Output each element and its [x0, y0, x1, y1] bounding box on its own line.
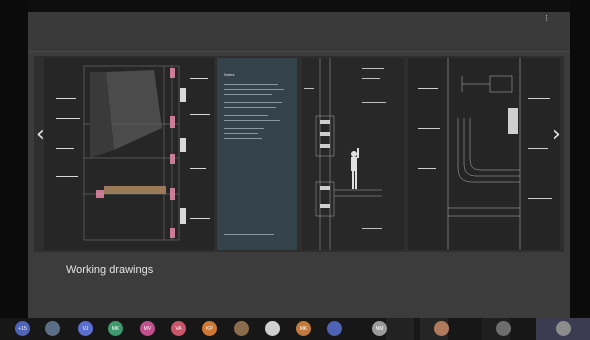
participant-avatar[interactable]: VA — [171, 321, 186, 336]
participant-photo[interactable] — [45, 321, 60, 336]
note-line — [224, 120, 280, 121]
participant-photo[interactable] — [234, 321, 249, 336]
participant-photo[interactable] — [434, 321, 449, 336]
note-line — [224, 115, 268, 116]
participant-photo[interactable] — [327, 321, 342, 336]
detail-drawing-2-art — [418, 58, 552, 250]
participant-photo[interactable] — [496, 321, 511, 336]
viewer-header: ⁝ — [28, 12, 570, 52]
slide-caption: Working drawings — [66, 264, 154, 276]
chevron-right-icon[interactable]: › — [552, 124, 561, 146]
slide-viewer: ⁝ Notes Working drawings — [28, 12, 570, 318]
participant-tile[interactable] — [386, 318, 414, 340]
notes-panel[interactable]: Notes — [217, 58, 297, 250]
participant-avatar[interactable]: VJ — [78, 321, 93, 336]
participant-avatar[interactable]: MV — [140, 321, 155, 336]
section-drawing[interactable] — [44, 58, 214, 250]
more-vertical-icon[interactable]: ⁝ — [545, 14, 548, 23]
participant-photo[interactable] — [265, 321, 280, 336]
chevron-left-icon[interactable]: ‹ — [36, 124, 45, 146]
note-line — [224, 94, 272, 95]
presentation-stage: ⁝ Notes Working drawings ‹ › +15 VJ MK M… — [0, 0, 590, 340]
detail-drawing-2[interactable] — [408, 58, 560, 250]
note-line — [224, 107, 276, 108]
detail-drawing-1-art — [304, 58, 386, 250]
participant-avatar[interactable]: MK — [296, 321, 311, 336]
section-drawing-art — [56, 65, 210, 241]
note-line — [224, 138, 262, 139]
top-bar — [28, 0, 570, 12]
participant-avatar[interactable]: NM — [372, 321, 387, 336]
note-line — [224, 133, 258, 134]
participant-avatar[interactable]: KP — [202, 321, 217, 336]
note-line — [224, 84, 278, 85]
notes-title: Notes — [224, 72, 235, 77]
detail-drawing-1[interactable] — [302, 58, 404, 250]
participant-photo[interactable] — [556, 321, 571, 336]
more-participants-badge[interactable]: +15 — [15, 321, 30, 336]
note-line — [224, 234, 274, 235]
note-line — [224, 102, 282, 103]
note-line — [224, 128, 264, 129]
note-line — [224, 89, 284, 90]
drawing-gallery: Notes — [34, 56, 564, 252]
left-margin — [0, 0, 28, 318]
participant-avatar[interactable]: MK — [108, 321, 123, 336]
right-margin — [570, 0, 590, 318]
